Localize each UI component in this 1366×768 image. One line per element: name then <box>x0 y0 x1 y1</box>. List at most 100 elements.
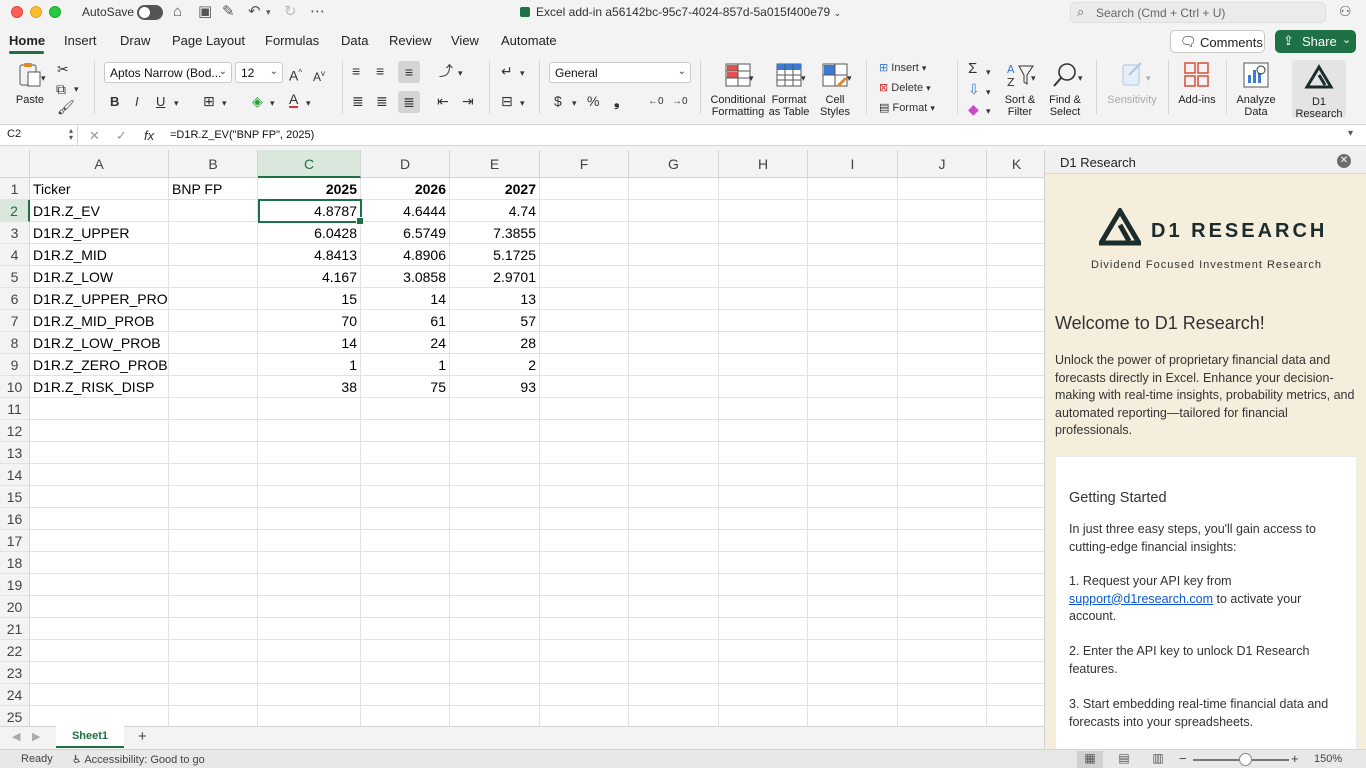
row-header-3[interactable]: 3 <box>0 222 30 244</box>
cell-a5[interactable]: D1R.Z_LOW <box>30 266 169 288</box>
cell-k14[interactable] <box>987 464 1044 486</box>
cell-k10[interactable] <box>987 376 1044 398</box>
cell-i19[interactable] <box>808 574 898 596</box>
cell-a8[interactable]: D1R.Z_LOW_PROB <box>30 332 169 354</box>
sensitivity-dropdown-icon[interactable]: ▾ <box>1146 70 1151 86</box>
cell-a9[interactable]: D1R.Z_ZERO_PROB <box>30 354 169 376</box>
zoom-slider-handle[interactable] <box>1239 753 1252 766</box>
cell-e14[interactable] <box>450 464 540 486</box>
cell-g25[interactable] <box>629 706 719 726</box>
row-header-9[interactable]: 9 <box>0 354 30 376</box>
row-header-16[interactable]: 16 <box>0 508 30 530</box>
cell-e6[interactable]: 13 <box>450 288 540 310</box>
cut-icon[interactable]: ✂ <box>57 61 69 77</box>
cell-k6[interactable] <box>987 288 1044 310</box>
column-header-g[interactable]: G <box>629 150 719 178</box>
cell-g13[interactable] <box>629 442 719 464</box>
cell-d5[interactable]: 3.0858 <box>361 266 450 288</box>
row-header-24[interactable]: 24 <box>0 684 30 706</box>
column-header-c[interactable]: C <box>258 150 361 178</box>
cell-k2[interactable] <box>987 200 1044 222</box>
name-box[interactable]: C2 ▴ ▾ <box>0 125 78 145</box>
cell-f5[interactable] <box>540 266 629 288</box>
previous-sheet-icon[interactable]: ◀ <box>12 730 20 743</box>
underline-dropdown-icon[interactable]: ▾ <box>174 95 179 111</box>
cell-h25[interactable] <box>719 706 808 726</box>
cell-k9[interactable] <box>987 354 1044 376</box>
cell-b24[interactable] <box>169 684 258 706</box>
sheet-tab-sheet1[interactable]: Sheet1 <box>56 726 124 748</box>
close-window-button[interactable] <box>11 6 23 18</box>
cell-i7[interactable] <box>808 310 898 332</box>
cell-c16[interactable] <box>258 508 361 530</box>
cell-j22[interactable] <box>898 640 987 662</box>
format-painter-icon[interactable]: 🖌 <box>57 99 75 115</box>
cell-d2[interactable]: 4.6444 <box>361 200 450 222</box>
tab-formulas[interactable]: Formulas <box>265 33 319 48</box>
cell-h5[interactable] <box>719 266 808 288</box>
close-icon[interactable]: ✕ <box>1337 154 1351 168</box>
cell-j17[interactable] <box>898 530 987 552</box>
share-button[interactable]: ⇪ Share ⌄ <box>1275 30 1356 53</box>
page-layout-view-icon[interactable]: ▤ <box>1111 751 1137 768</box>
cell-b11[interactable] <box>169 398 258 420</box>
cell-c7[interactable]: 70 <box>258 310 361 332</box>
cell-k13[interactable] <box>987 442 1044 464</box>
cell-a13[interactable] <box>30 442 169 464</box>
cell-d15[interactable] <box>361 486 450 508</box>
cell-e13[interactable] <box>450 442 540 464</box>
cell-g21[interactable] <box>629 618 719 640</box>
cell-h8[interactable] <box>719 332 808 354</box>
cell-e9[interactable]: 2 <box>450 354 540 376</box>
cell-f18[interactable] <box>540 552 629 574</box>
cell-e22[interactable] <box>450 640 540 662</box>
row-header-2[interactable]: 2 <box>0 200 30 222</box>
cell-i8[interactable] <box>808 332 898 354</box>
row-header-22[interactable]: 22 <box>0 640 30 662</box>
cell-i16[interactable] <box>808 508 898 530</box>
decrease-indent-icon[interactable]: ⇤ <box>437 93 449 109</box>
cell-k15[interactable] <box>987 486 1044 508</box>
cell-h18[interactable] <box>719 552 808 574</box>
cell-d24[interactable] <box>361 684 450 706</box>
cell-i18[interactable] <box>808 552 898 574</box>
cell-g22[interactable] <box>629 640 719 662</box>
row-header-10[interactable]: 10 <box>0 376 30 398</box>
cell-i3[interactable] <box>808 222 898 244</box>
cell-e15[interactable] <box>450 486 540 508</box>
copy-icon[interactable]: ⧉ <box>56 81 66 97</box>
cell-g18[interactable] <box>629 552 719 574</box>
cell-d16[interactable] <box>361 508 450 530</box>
find-select-button[interactable]: Find & Select <box>1044 60 1086 118</box>
cell-h6[interactable] <box>719 288 808 310</box>
cell-i6[interactable] <box>808 288 898 310</box>
cell-j23[interactable] <box>898 662 987 684</box>
copy-dropdown-icon[interactable]: ▾ <box>74 81 79 97</box>
column-header-b[interactable]: B <box>169 150 258 178</box>
cell-c19[interactable] <box>258 574 361 596</box>
row-header-5[interactable]: 5 <box>0 266 30 288</box>
bold-icon[interactable]: B <box>110 94 119 110</box>
column-header-k[interactable]: K <box>987 150 1044 178</box>
cell-i11[interactable] <box>808 398 898 420</box>
undo-dropdown-icon[interactable]: ▾ <box>266 2 271 22</box>
cell-i20[interactable] <box>808 596 898 618</box>
percent-icon[interactable]: % <box>587 93 599 109</box>
cell-a3[interactable]: D1R.Z_UPPER <box>30 222 169 244</box>
cell-a19[interactable] <box>30 574 169 596</box>
cell-g20[interactable] <box>629 596 719 618</box>
cell-g14[interactable] <box>629 464 719 486</box>
column-header-i[interactable]: I <box>808 150 898 178</box>
row-header-14[interactable]: 14 <box>0 464 30 486</box>
cell-k12[interactable] <box>987 420 1044 442</box>
tab-insert[interactable]: Insert <box>64 33 97 48</box>
tab-view[interactable]: View <box>451 33 479 48</box>
cell-e12[interactable] <box>450 420 540 442</box>
cell-b10[interactable] <box>169 376 258 398</box>
column-header-e[interactable]: E <box>450 150 540 178</box>
cell-g7[interactable] <box>629 310 719 332</box>
cell-j19[interactable] <box>898 574 987 596</box>
row-header-19[interactable]: 19 <box>0 574 30 596</box>
sensitivity-button[interactable]: Sensitivity <box>1104 60 1160 106</box>
column-header-f[interactable]: F <box>540 150 629 178</box>
